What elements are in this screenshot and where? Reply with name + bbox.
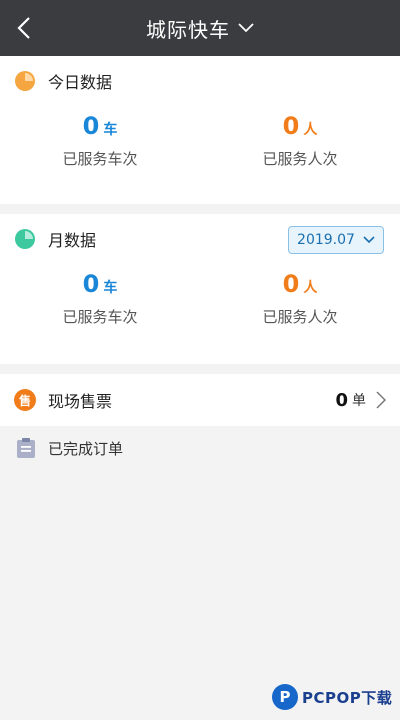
month-passengers-unit: 人 [303, 280, 318, 296]
pie-chart-icon [15, 71, 35, 91]
today-passengers-stat: 0 人 已服务人次 [200, 106, 400, 186]
ticket-sale-icon: 售 [14, 389, 36, 411]
today-trips-stat: 0 车 已服务车次 [0, 106, 200, 186]
today-passengers-value: 0 [282, 112, 300, 140]
pcpop-logo-icon: P [272, 684, 298, 710]
month-trips-value: 0 [82, 270, 100, 298]
service-type-selector[interactable]: 城际快车 [146, 14, 254, 43]
onsite-ticket-count: 0 [335, 389, 348, 411]
month-trips-label: 已服务车次 [62, 308, 138, 326]
onsite-ticket-row[interactable]: 售 现场售票 0 单 [0, 374, 400, 426]
completed-orders-label: 已完成订单 [48, 439, 124, 458]
page-title: 城际快车 [146, 17, 230, 42]
today-data-title: 今日数据 [48, 73, 113, 92]
nav-bar: 城际快车 [0, 0, 400, 56]
today-data-header: 今日数据 [0, 56, 400, 106]
month-passengers-stat: 0 人 已服务人次 [200, 264, 400, 344]
chevron-right-icon [376, 391, 386, 409]
month-passengers-label: 已服务人次 [262, 308, 338, 326]
month-select[interactable]: 2019.07 [288, 226, 384, 254]
onsite-ticket-unit: 单 [352, 393, 366, 409]
today-trips-value: 0 [82, 112, 100, 140]
month-stats: 0 车 已服务车次 0 人 已服务人次 [0, 264, 400, 344]
month-data-header: 月数据 2019.07 [0, 214, 400, 264]
today-trips-unit: 车 [103, 122, 118, 138]
month-data-card: 月数据 2019.07 0 车 已服务车次 0 人 已服务人次 [0, 214, 400, 364]
month-select-value: 2019.07 [297, 232, 355, 248]
watermark-text: PCPOP下载 [302, 688, 393, 707]
onsite-ticket-label: 现场售票 [48, 392, 113, 411]
clipboard-icon [17, 438, 35, 458]
chevron-down-icon [238, 23, 254, 33]
chevron-down-icon [363, 236, 375, 244]
today-stats: 0 车 已服务车次 0 人 已服务人次 [0, 106, 400, 186]
pie-chart-icon [15, 229, 35, 249]
back-arrow-icon[interactable] [14, 16, 34, 40]
month-trips-unit: 车 [103, 280, 118, 296]
today-passengers-label: 已服务人次 [262, 150, 338, 168]
today-trips-label: 已服务车次 [62, 150, 138, 168]
month-trips-stat: 0 车 已服务车次 [0, 264, 200, 344]
month-data-title: 月数据 [48, 231, 97, 250]
today-passengers-unit: 人 [303, 122, 318, 138]
today-data-card: 今日数据 0 车 已服务车次 0 人 已服务人次 [0, 56, 400, 204]
completed-orders-row[interactable]: 已完成订单 [0, 426, 400, 470]
watermark-logo: P PCPOP下载 [272, 684, 392, 710]
month-passengers-value: 0 [282, 270, 300, 298]
